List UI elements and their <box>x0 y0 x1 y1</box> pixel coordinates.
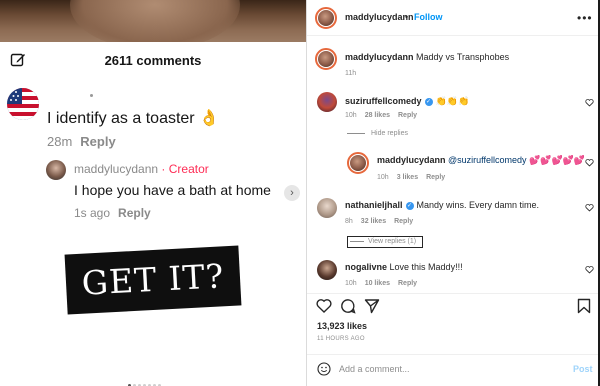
post-timestamp: 11 HOURS AGO <box>317 336 365 342</box>
hide-replies-toggle[interactable]: Hide replies <box>347 130 408 137</box>
reply-button[interactable]: Reply <box>398 112 417 119</box>
comment-time: 10h <box>345 112 357 119</box>
comment-text: @suziruffellcomedy 💕💕💕💕💕 <box>448 155 586 165</box>
heart-icon[interactable] <box>585 98 594 107</box>
caption-time: 11h <box>345 70 357 77</box>
comments-header: 2611 comments <box>0 42 306 80</box>
reply-author[interactable]: maddylucydann · Creator <box>74 162 209 176</box>
hide-replies-label: Hide replies <box>371 130 408 137</box>
share-icon[interactable] <box>364 298 380 314</box>
background-photo <box>0 0 306 50</box>
comment-username[interactable]: nogalivne <box>345 262 387 272</box>
comment: suziruffellcomedy ✓ 👏👏👏 <box>345 96 469 107</box>
comment-username[interactable]: suziruffellcomedy <box>345 96 422 106</box>
likes-count[interactable]: 13,923 likes <box>317 321 367 331</box>
header-username[interactable]: maddylucydann <box>345 12 414 22</box>
reply-button[interactable]: Reply <box>426 174 445 181</box>
caption-username[interactable]: maddylucydann <box>345 52 414 62</box>
heart-icon[interactable] <box>585 265 594 274</box>
likes-count[interactable]: 32 likes <box>361 218 386 225</box>
reply-button[interactable]: Reply <box>398 280 417 287</box>
verified-icon: ✓ <box>405 201 414 210</box>
post-button[interactable]: Post <box>573 364 593 374</box>
separator: • <box>405 12 409 22</box>
bookmark-icon[interactable] <box>577 298 591 314</box>
reply-meta: 1s ago Reply <box>74 206 151 220</box>
follow-button[interactable]: Follow <box>414 12 443 22</box>
add-comment-row: Add a comment... Post <box>307 354 599 386</box>
reply-button[interactable]: Reply <box>118 206 151 220</box>
view-replies-toggle[interactable]: View replies (1) <box>347 236 423 248</box>
avatar[interactable] <box>317 198 337 218</box>
avatar[interactable] <box>317 92 337 112</box>
carousel-dots <box>128 374 163 386</box>
avatar[interactable] <box>46 160 66 180</box>
reply-text: I hope you have a bath at home <box>74 182 271 198</box>
comment-icon[interactable] <box>340 298 356 314</box>
emoji-icon[interactable] <box>317 362 331 376</box>
comment-meta: 10h 28 likes Reply <box>345 112 417 119</box>
creator-badge: · Creator <box>161 162 209 176</box>
comment-time: 28m <box>47 134 73 149</box>
comments-sheet: 2611 comments I identify as a toaster 👌 … <box>0 42 306 386</box>
comment-username[interactable]: nathanieljhall <box>345 200 403 210</box>
caption-text: Maddy vs Transphobes <box>416 52 510 62</box>
reply-button[interactable]: Reply <box>394 218 413 225</box>
sticker-text: GET IT? <box>80 256 226 303</box>
comment-text: Mandy wins. Every damn time. <box>416 200 540 210</box>
comment-meta: 8h 32 likes Reply <box>345 218 413 225</box>
heart-icon[interactable] <box>585 203 594 212</box>
divider-line <box>350 240 364 242</box>
like-icon[interactable] <box>316 298 332 313</box>
likes-count[interactable]: 28 likes <box>365 112 390 119</box>
likes-count[interactable]: 3 likes <box>397 174 418 181</box>
avatar[interactable] <box>317 260 337 280</box>
comment-meta: 10h 10 likes Reply <box>345 280 417 287</box>
comment: nathanieljhall ✓ Mandy wins. Every damn ti… <box>345 200 539 210</box>
view-replies-label: View replies (1) <box>368 238 417 245</box>
comment-meta: 10h 3 likes Reply <box>377 174 445 181</box>
comment-time: 10h <box>377 174 389 181</box>
divider-line <box>347 132 365 134</box>
comment-text: Love this Maddy!!! <box>389 262 463 272</box>
comments-count: 2611 comments <box>104 53 202 68</box>
comment-text: 👏👏👏 <box>435 96 470 106</box>
comment-time: 10h <box>345 280 357 287</box>
heart-icon[interactable] <box>585 158 594 167</box>
comment-meta: 28m Reply <box>47 134 116 149</box>
reply-author-name: maddylucydann <box>74 162 159 176</box>
action-bar <box>307 293 599 314</box>
verified-icon: ✓ <box>424 97 433 106</box>
add-comment-input[interactable]: Add a comment... <box>339 364 410 374</box>
avatar[interactable] <box>315 48 337 70</box>
post-header: maddylucydann • Follow ••• <box>307 0 599 36</box>
more-options-icon[interactable]: ••• <box>577 11 593 25</box>
reply-comment: maddylucydann @suziruffellcomedy 💕💕💕💕💕 <box>377 155 585 166</box>
comment-text: I identify as a toaster 👌 <box>47 110 219 127</box>
chevron-right-icon[interactable]: › <box>284 185 300 201</box>
username-placeholder <box>90 94 93 97</box>
comment: nogalivne Love this Maddy!!! <box>345 262 463 272</box>
tiktok-screenshot: 2611 comments I identify as a toaster 👌 … <box>0 0 306 386</box>
comment-time: 8h <box>345 218 353 225</box>
comment-username[interactable]: maddylucydann <box>377 155 446 165</box>
reply-button[interactable]: Reply <box>80 134 115 149</box>
flag-avatar-icon <box>7 88 39 120</box>
get-it-sticker: GET IT? <box>64 245 242 315</box>
reply-time: 1s ago <box>74 206 111 220</box>
likes-count[interactable]: 10 likes <box>365 280 390 287</box>
instagram-post-panel: maddylucydann • Follow ••• maddylucydann… <box>306 0 599 386</box>
avatar[interactable] <box>315 7 337 29</box>
avatar[interactable] <box>347 152 369 174</box>
avatar[interactable] <box>7 88 39 120</box>
caption: maddylucydann Maddy vs Transphobes <box>345 52 509 62</box>
